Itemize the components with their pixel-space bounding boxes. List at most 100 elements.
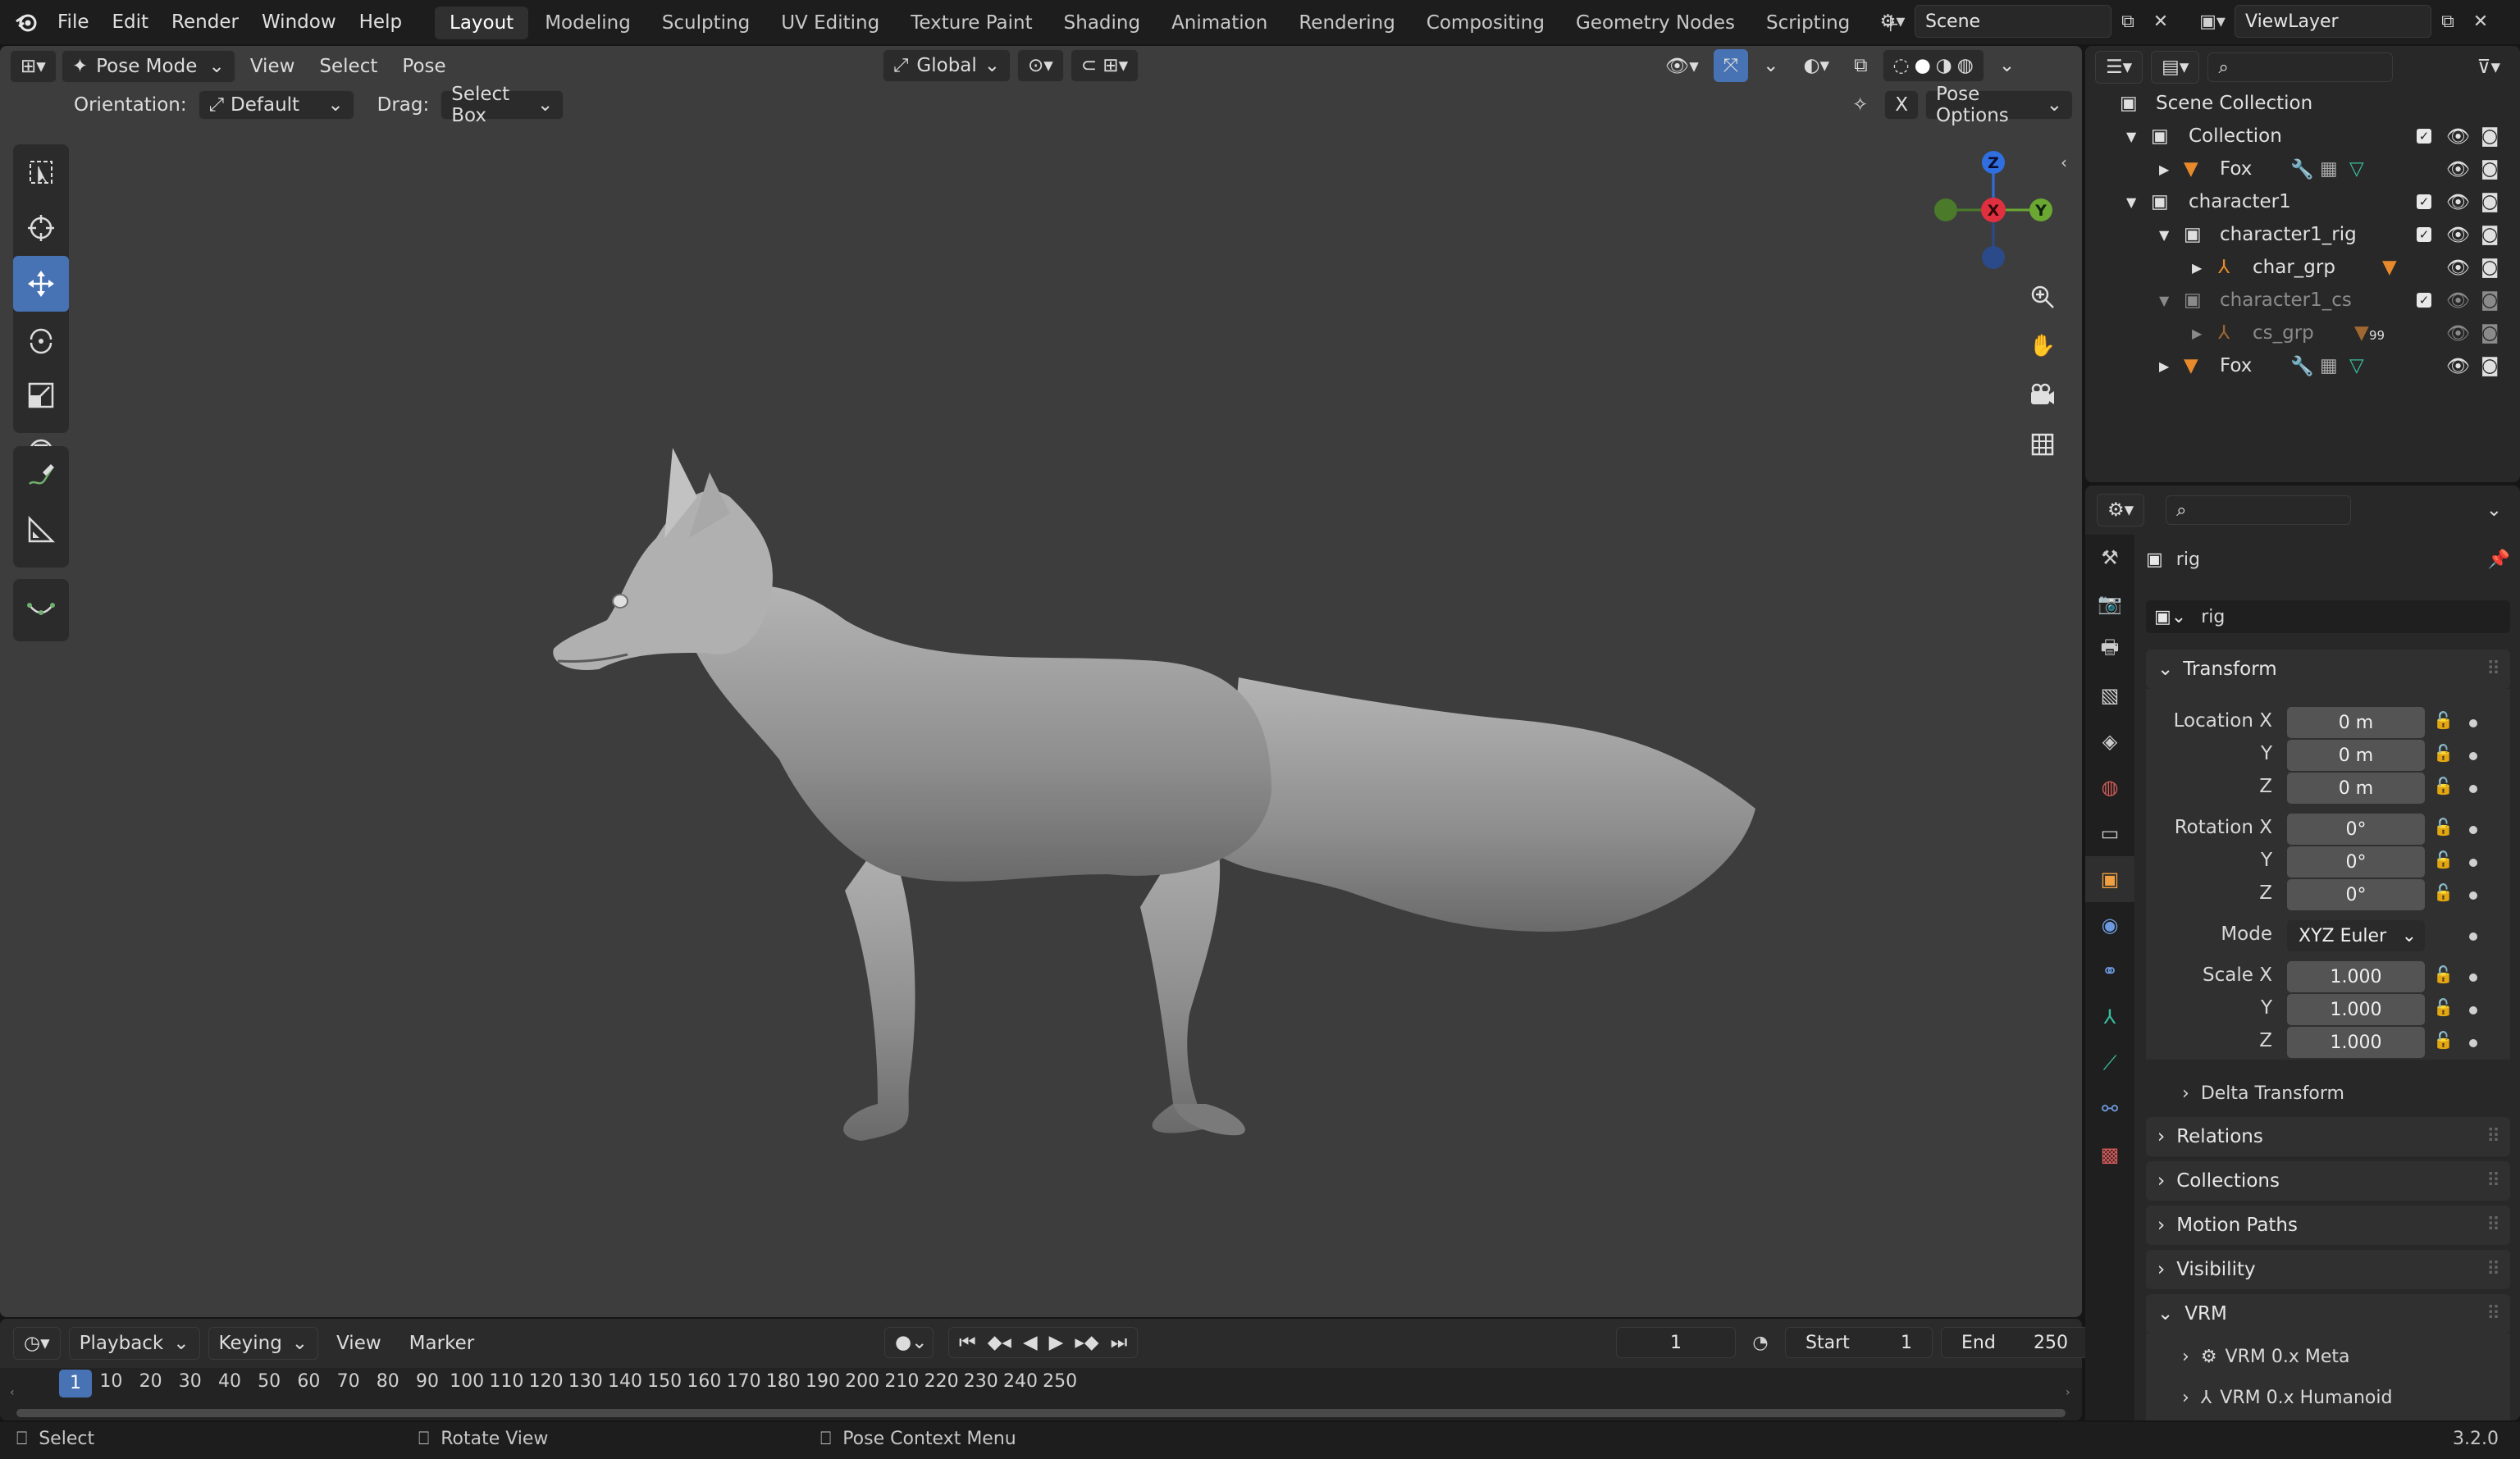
keyframe-dot-icon[interactable]: [2469, 1006, 2477, 1014]
drag-dropdown[interactable]: Select Box ⌄: [441, 84, 564, 126]
tool-tab-icon[interactable]: ⚒: [2085, 535, 2134, 581]
exclude-checkbox[interactable]: ✓: [2417, 129, 2431, 144]
rotate-tool-icon[interactable]: [13, 312, 69, 367]
outliner-row-fox-2[interactable]: ▶ ▼ Fox 🔧 ▦ ▽ 👁 ◙: [2085, 349, 2520, 382]
expand-down-icon[interactable]: ▼: [2159, 227, 2169, 243]
prev-keyframe-icon[interactable]: ◆◂: [988, 1332, 1011, 1353]
menu-render[interactable]: Render: [160, 0, 250, 44]
zoom-icon[interactable]: [2021, 276, 2064, 318]
tab-layout[interactable]: Layout: [435, 7, 529, 39]
visibility-eye-icon[interactable]: 👁: [2446, 224, 2470, 246]
lock-icon[interactable]: 🔓: [2433, 776, 2456, 799]
scale-x-field[interactable]: 1.000: [2287, 961, 2425, 992]
expand-down-icon[interactable]: ▼: [2126, 194, 2136, 210]
expand-down-icon[interactable]: ▼: [2126, 129, 2136, 144]
timeline-marker-menu[interactable]: Marker: [399, 1327, 485, 1360]
overlays-icon[interactable]: ◐▾: [1793, 49, 1839, 82]
tab-modeling[interactable]: Modeling: [530, 7, 646, 39]
play-icon[interactable]: ▶: [1049, 1332, 1064, 1353]
keyframe-dot-icon[interactable]: [2469, 973, 2477, 982]
location-y-field[interactable]: 0 m: [2287, 740, 2425, 771]
render-camera-icon[interactable]: ◙: [2481, 158, 2499, 180]
object-datablock-icon[interactable]: ▣⌄: [2154, 607, 2186, 627]
tab-texture-paint[interactable]: Texture Paint: [896, 7, 1047, 39]
collections-panel-header[interactable]: › Collections ⠿: [2146, 1161, 2510, 1201]
keying-menu[interactable]: Keying ⌄: [208, 1327, 319, 1360]
expand-right-icon[interactable]: ▶: [2192, 260, 2202, 276]
visibility-panel-header[interactable]: › Visibility ⠿: [2146, 1250, 2510, 1289]
render-camera-icon[interactable]: ◙: [2481, 322, 2499, 344]
viewport-menu-select[interactable]: Select: [309, 50, 387, 83]
scale-tool-icon[interactable]: [13, 367, 69, 423]
relax-pose-tool-icon[interactable]: [13, 579, 69, 635]
timeline-scrollbar[interactable]: [16, 1409, 2066, 1417]
rotation-x-field[interactable]: 0°: [2287, 814, 2425, 845]
next-keyframe-icon[interactable]: ▸◆: [1075, 1332, 1098, 1353]
rendered-shading-icon[interactable]: ◍: [1957, 55, 1974, 76]
location-z-field[interactable]: 0 m: [2287, 773, 2425, 804]
play-reverse-icon[interactable]: ◀: [1023, 1332, 1038, 1353]
lock-icon[interactable]: 🔓: [2433, 710, 2456, 733]
rotation-mode-dropdown[interactable]: XYZ Euler ⌄: [2287, 920, 2425, 951]
location-x-field[interactable]: 0 m: [2287, 707, 2425, 738]
move-tool-icon[interactable]: [13, 256, 69, 312]
menu-file[interactable]: File: [46, 0, 101, 44]
render-camera-icon[interactable]: ◙: [2481, 191, 2499, 212]
outliner-row-character1-rig[interactable]: ▼ ▣ character1_rig ✓ 👁 ◙: [2085, 218, 2520, 251]
camera-view-icon[interactable]: [2021, 374, 2064, 417]
scale-z-field[interactable]: 1.000: [2287, 1027, 2425, 1058]
visibility-eye-icon[interactable]: 👁: [2446, 257, 2470, 279]
auto-keying-icon[interactable]: ●⌄: [884, 1327, 934, 1358]
blender-logo-icon[interactable]: [10, 6, 43, 39]
delete-scene-icon[interactable]: ✕: [2144, 5, 2177, 38]
properties-options-icon[interactable]: ⌄: [2477, 494, 2512, 527]
scale-y-field[interactable]: 1.000: [2287, 994, 2425, 1025]
navigation-gizmo[interactable]: Z Y X: [1928, 144, 2059, 276]
rotation-y-field[interactable]: 0°: [2287, 846, 2425, 878]
tab-shading[interactable]: Shading: [1049, 7, 1155, 39]
jump-start-icon[interactable]: ⏮: [959, 1332, 976, 1353]
outliner-row-char-grp[interactable]: ▶ ⅄ char_grp ▼ 👁 ◙: [2085, 251, 2520, 284]
keyframe-dot-icon[interactable]: [2469, 826, 2477, 834]
drag-handle-icon[interactable]: ⠿: [2486, 1215, 2500, 1236]
render-tab-icon[interactable]: 📷: [2085, 581, 2134, 627]
render-camera-icon[interactable]: ◙: [2481, 224, 2499, 245]
sidebar-toggle-icon[interactable]: ‹: [2061, 153, 2067, 172]
xray-icon[interactable]: ⧉: [1844, 49, 1877, 82]
drag-handle-icon[interactable]: ⠿: [2486, 1303, 2500, 1324]
tab-uv-editing[interactable]: UV Editing: [766, 7, 894, 39]
menu-edit[interactable]: Edit: [101, 0, 161, 44]
expand-right-icon[interactable]: ▶: [2159, 358, 2169, 374]
end-frame-field[interactable]: End 250: [1941, 1327, 2089, 1358]
x-mirror-toggle[interactable]: X: [1884, 90, 1920, 120]
perspective-grid-icon[interactable]: [2021, 423, 2064, 466]
pin-icon[interactable]: 📌: [2488, 549, 2510, 570]
pose-options-dropdown[interactable]: Pose Options ⌄: [1925, 84, 2074, 126]
cursor-tool-icon[interactable]: [13, 200, 69, 256]
keyframe-dot-icon[interactable]: [2469, 752, 2477, 760]
stopwatch-icon[interactable]: ◔: [1744, 1327, 1777, 1358]
relations-panel-header[interactable]: › Relations ⠿: [2146, 1117, 2510, 1156]
menu-window[interactable]: Window: [250, 0, 348, 44]
render-camera-icon[interactable]: ◙: [2481, 257, 2499, 278]
orientation-dropdown[interactable]: ⤢ Default ⌄: [198, 90, 354, 120]
fox-model[interactable]: [533, 448, 1764, 1169]
gizmo-dropdown-icon[interactable]: ⌄: [1753, 49, 1788, 82]
expand-right-icon[interactable]: ▶: [2192, 326, 2202, 341]
editor-type-icon[interactable]: ⊞▾: [10, 50, 57, 83]
tab-animation[interactable]: Animation: [1157, 7, 1282, 39]
drag-handle-icon[interactable]: ⠿: [2486, 1259, 2500, 1280]
rotation-z-field[interactable]: 0°: [2287, 879, 2425, 910]
viewport-menu-pose[interactable]: Pose: [392, 50, 455, 83]
scene-name-field[interactable]: Scene: [1915, 5, 2111, 38]
visibility-eye-icon[interactable]: 👁: [2446, 322, 2470, 344]
expand-down-icon[interactable]: ▼: [2159, 293, 2169, 308]
exclude-checkbox[interactable]: ✓: [2417, 227, 2431, 242]
transform-orientation-dropdown[interactable]: ⤢ Global ⌄: [883, 49, 1011, 82]
new-scene-icon[interactable]: ⧉: [2111, 5, 2144, 38]
scroll-left-icon[interactable]: ‹: [10, 1386, 15, 1399]
pivot-point-icon[interactable]: ⊙▾: [1017, 49, 1064, 82]
mirror-icon[interactable]: ✧: [1842, 90, 1878, 120]
outliner-row-character1[interactable]: ▼ ▣ character1 ✓ 👁 ◙: [2085, 185, 2520, 218]
gizmo-neg-y-axis[interactable]: [1934, 198, 1957, 221]
